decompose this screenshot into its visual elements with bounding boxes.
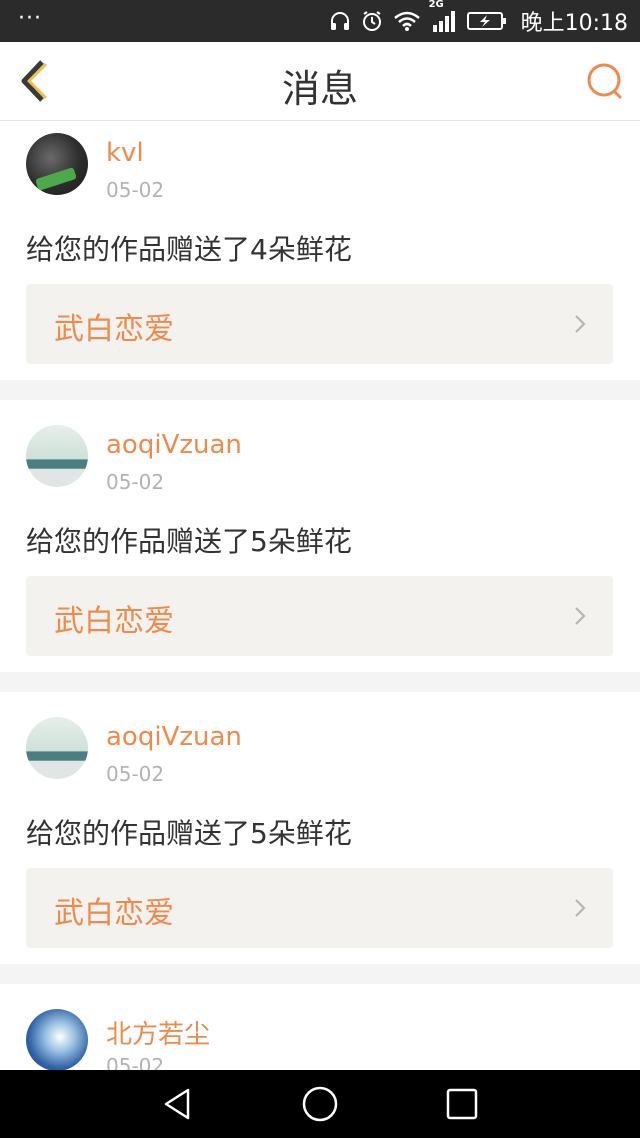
message-card: 北方若尘 05-02: [0, 984, 640, 1070]
message-date: 05-02: [106, 470, 165, 494]
back-triangle-icon: [164, 1088, 190, 1120]
chevron-right-icon: [575, 899, 586, 917]
status-icons: 2G 晚上10:18: [329, 0, 628, 42]
nav-back-button[interactable]: [158, 1084, 198, 1124]
username-link[interactable]: kvl: [106, 138, 144, 168]
work-link[interactable]: 武白恋爱: [26, 576, 613, 656]
username-link[interactable]: aoqiVzuan: [106, 430, 242, 460]
network-type-label: 2G: [428, 0, 444, 10]
message-text: 给您的作品赠送了4朵鲜花: [26, 233, 352, 266]
avatar[interactable]: [26, 133, 88, 195]
message-text: 给您的作品赠送了5朵鲜花: [26, 817, 352, 850]
status-overflow-dots: ···: [18, 6, 42, 31]
message-text: 给您的作品赠送了5朵鲜花: [26, 525, 352, 558]
avatar[interactable]: [26, 425, 88, 487]
status-time: 晚上10:18: [520, 11, 628, 36]
signal-icon: 2G: [429, 0, 457, 33]
message-card: aoqiVzuan 05-02 给您的作品赠送了5朵鲜花 武白恋爱: [0, 400, 640, 672]
avatar[interactable]: [26, 1009, 88, 1070]
wifi-icon: [393, 10, 421, 32]
app-header: 消息: [0, 42, 640, 121]
chevron-right-icon: [575, 607, 586, 625]
alarm-icon: [361, 10, 383, 32]
search-icon: [587, 63, 622, 99]
nav-recents-button[interactable]: [442, 1084, 482, 1124]
message-date: 05-02: [106, 178, 165, 202]
message-card: aoqiVzuan 05-02 给您的作品赠送了5朵鲜花 武白恋爱: [0, 692, 640, 964]
message-card: kvl 05-02 给您的作品赠送了4朵鲜花 武白恋爱: [0, 121, 640, 380]
work-link[interactable]: 武白恋爱: [26, 284, 613, 364]
search-button[interactable]: [584, 60, 626, 102]
message-date: 05-02: [106, 762, 165, 786]
nav-home-button[interactable]: [300, 1084, 340, 1124]
chevron-right-icon: [575, 315, 586, 333]
recents-square-icon: [446, 1088, 478, 1120]
battery-icon: [466, 10, 507, 32]
work-title: 武白恋爱: [54, 896, 174, 931]
avatar[interactable]: [26, 717, 88, 779]
page-title: 消息: [281, 67, 358, 111]
work-title: 武白恋爱: [54, 604, 174, 639]
work-link[interactable]: 武白恋爱: [26, 868, 613, 948]
work-title: 武白恋爱: [54, 312, 174, 347]
headphone-icon: [329, 10, 351, 32]
username-link[interactable]: 北方若尘: [106, 1014, 210, 1051]
status-bar: ··· 2G 晚上10:18: [0, 0, 640, 42]
username-link[interactable]: aoqiVzuan: [106, 722, 242, 752]
home-circle-icon: [302, 1086, 338, 1122]
message-date: 05-02: [106, 1054, 165, 1070]
system-nav-bar: [0, 1070, 640, 1138]
